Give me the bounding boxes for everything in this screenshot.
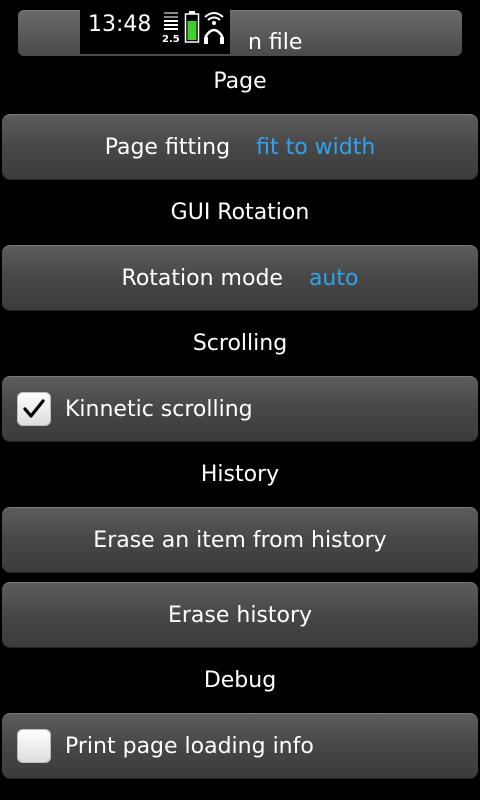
rotation-mode-label: Rotation mode (121, 265, 283, 291)
print-loading-info-label: Print page loading info (65, 733, 314, 759)
rotation-mode-button[interactable]: Rotation mode auto (2, 245, 478, 311)
section-header-history: History (200, 462, 280, 487)
print-loading-info-checkbox[interactable] (17, 729, 51, 763)
kinnetic-scrolling-label: Kinnetic scrolling (65, 396, 253, 422)
kinnetic-scrolling-checkbox[interactable] (17, 392, 51, 426)
section-header-debug: Debug (203, 668, 277, 693)
network-type-label: 2.5 (162, 34, 180, 45)
status-time: 13:48 (88, 12, 152, 37)
wifi-headset-icon (204, 12, 224, 44)
print-loading-info-toggle[interactable]: Print page loading info (2, 713, 478, 779)
section-header-gui-rotation: GUI Rotation (170, 200, 310, 225)
battery-icon (184, 11, 200, 43)
top-partial-button-label: n file (248, 30, 303, 55)
page-fitting-label: Page fitting (104, 134, 231, 160)
page-fitting-button[interactable]: Page fitting fit to width (2, 114, 478, 180)
section-header-page: Page (213, 69, 267, 94)
erase-history-label: Erase history (167, 602, 313, 628)
erase-item-label: Erase an item from history (93, 527, 387, 553)
erase-history-button[interactable]: Erase history (2, 582, 478, 648)
erase-item-button[interactable]: Erase an item from history (2, 507, 478, 573)
status-bar: 13:48 2.5 (80, 0, 230, 54)
page-fitting-value: fit to width (256, 134, 376, 160)
settings-screen: n file 13:48 2.5 Page Page fitting fit t… (0, 0, 480, 800)
section-header-scrolling: Scrolling (192, 331, 288, 356)
checkmark-icon (23, 399, 45, 418)
kinnetic-scrolling-toggle[interactable]: Kinnetic scrolling (2, 376, 478, 442)
rotation-mode-value: auto (308, 265, 359, 291)
